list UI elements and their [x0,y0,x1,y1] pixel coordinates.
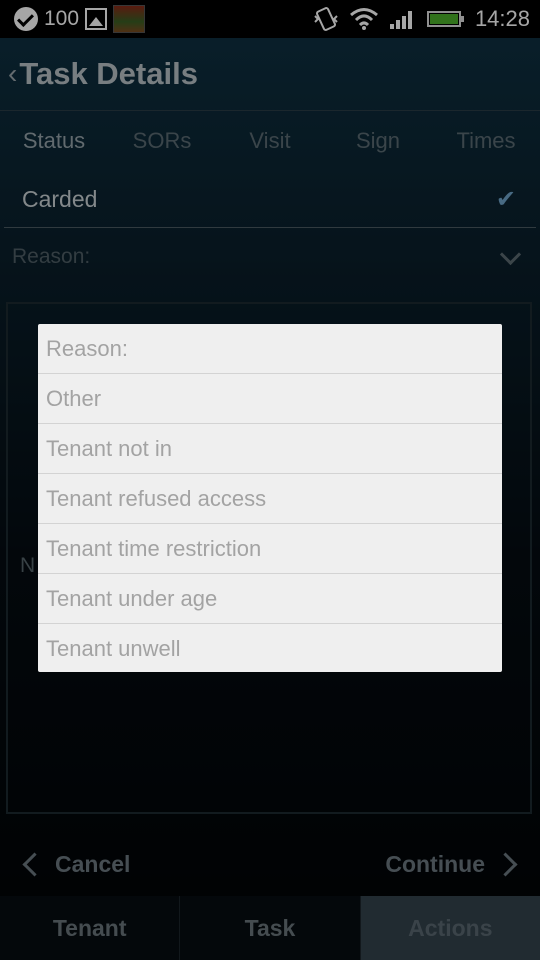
reason-picker-dialog: Reason: Other Tenant not in Tenant refus… [38,324,502,672]
dialog-option-tenant-time-restriction[interactable]: Tenant time restriction [38,524,502,574]
dialog-option-tenant-under-age[interactable]: Tenant under age [38,574,502,624]
dialog-option-tenant-unwell[interactable]: Tenant unwell [38,624,502,672]
dialog-option-other[interactable]: Other [38,374,502,424]
dialog-option-tenant-refused-access[interactable]: Tenant refused access [38,474,502,524]
dialog-option-tenant-not-in[interactable]: Tenant not in [38,424,502,474]
dialog-option-reason[interactable]: Reason: [38,324,502,374]
